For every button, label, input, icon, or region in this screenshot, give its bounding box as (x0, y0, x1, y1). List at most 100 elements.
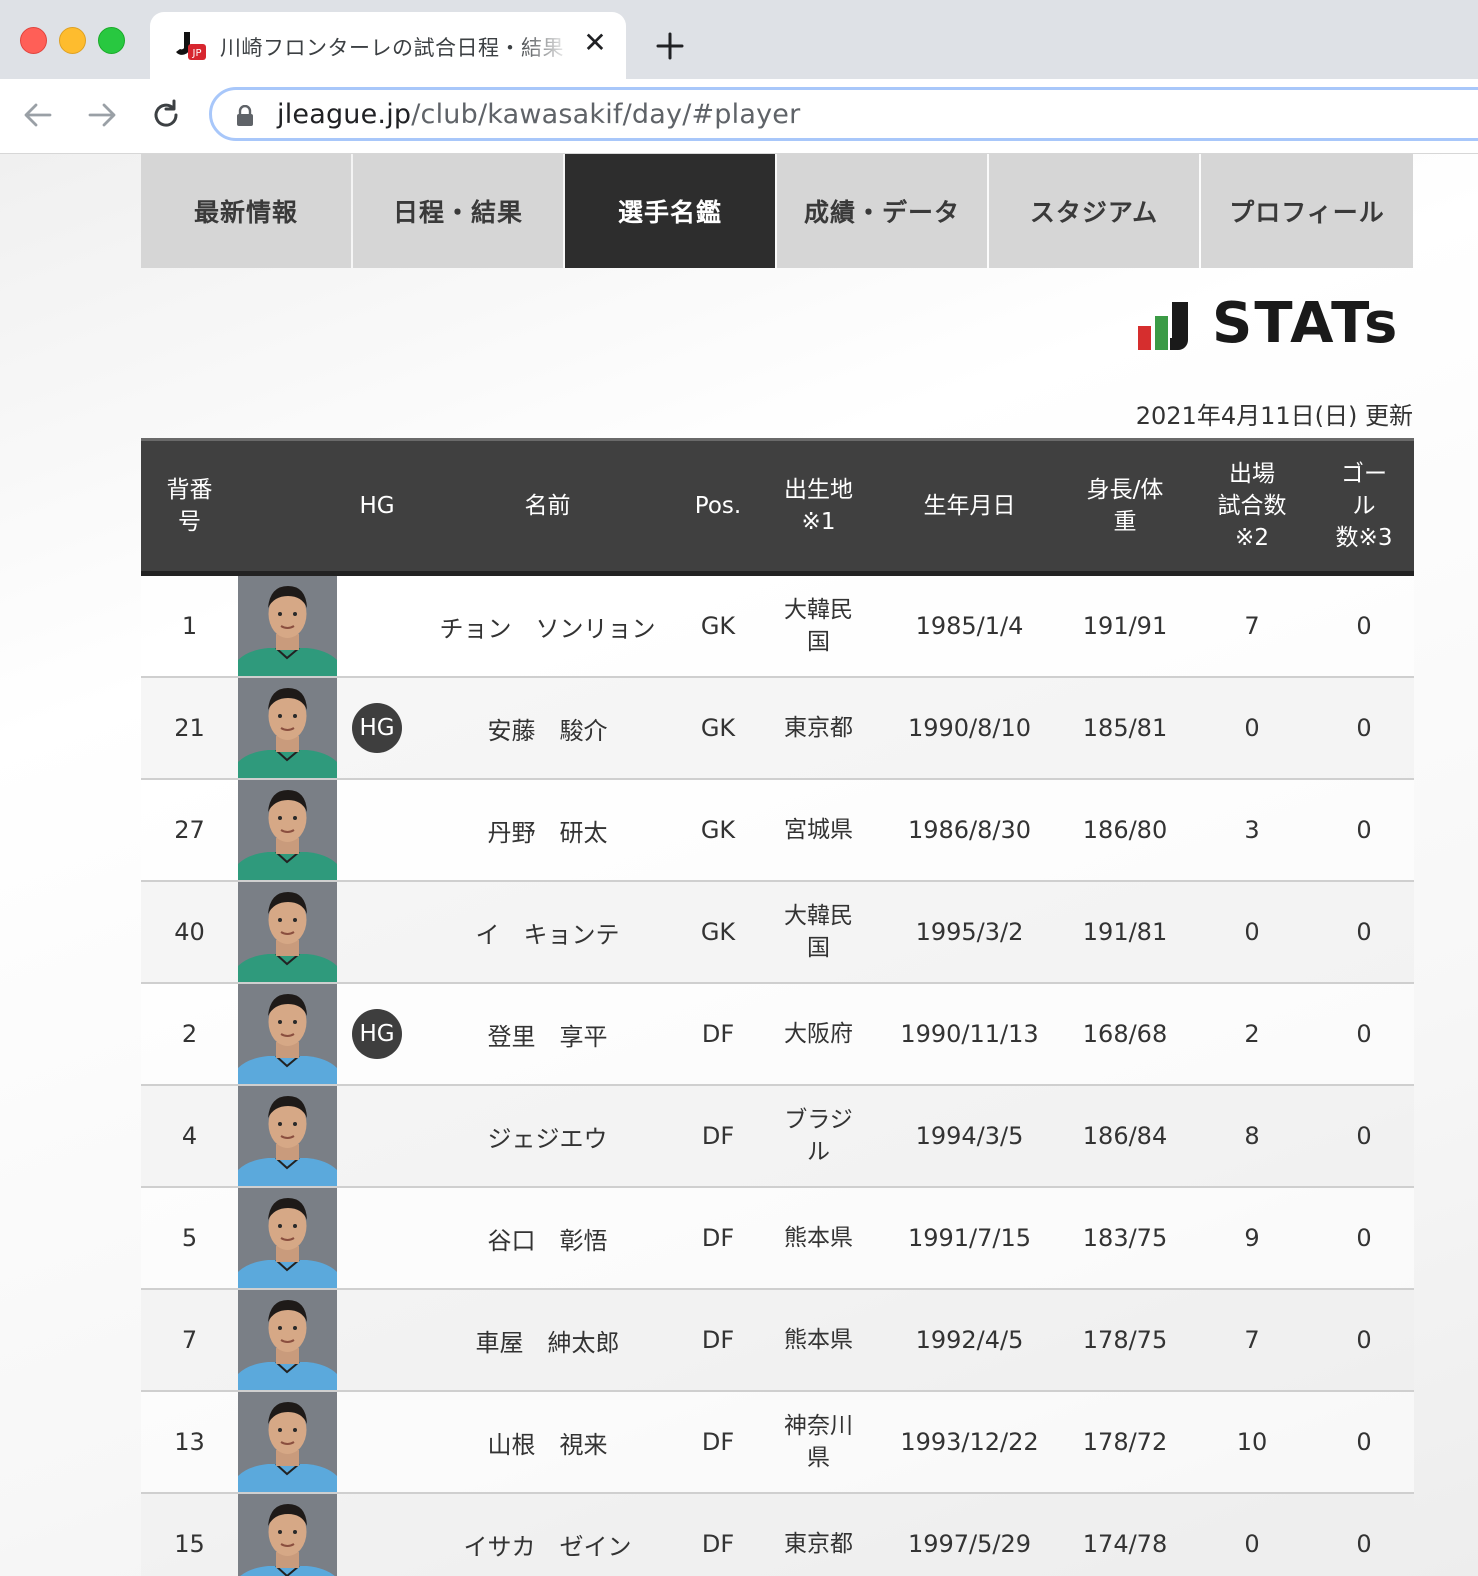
url-text[interactable]: jleague.jp/club/kawasakif/day/#player (277, 99, 800, 130)
player-name-link[interactable]: イサカ ゼイン (417, 1493, 678, 1576)
url-path: /club/kawasakif/day/#player (411, 99, 801, 130)
player-position: GK (678, 573, 758, 678)
player-position: DF (678, 1391, 758, 1494)
player-birthplace: 神奈川県 (758, 1391, 879, 1494)
player-position: GK (678, 779, 758, 882)
close-window-button[interactable] (20, 27, 47, 54)
player-photo-cell (238, 1289, 337, 1392)
back-arrow-icon[interactable] (20, 97, 56, 133)
player-hg-cell: HG (337, 677, 417, 780)
table-row: 27 丹野 研太 GK 宮城県 1986/8/30 186/80 3 0 (141, 779, 1414, 882)
player-position: DF (678, 1289, 758, 1392)
jstats-logo: STATs (1136, 292, 1416, 356)
player-birthplace: 東京都 (758, 1493, 879, 1576)
player-height-weight: 185/81 (1060, 677, 1190, 780)
url-host: jleague.jp (277, 99, 412, 130)
player-photo[interactable] (238, 1086, 337, 1186)
table-row: 15 イサカ ゼイン DF 東京都 1997/5/29 174/78 0 0 (141, 1493, 1414, 1576)
nav-stats-data[interactable]: 成績・データ (777, 154, 987, 268)
player-name-link[interactable]: ジェジエウ (417, 1085, 678, 1188)
player-number: 13 (141, 1391, 238, 1494)
player-photo-cell (238, 1187, 337, 1290)
forward-arrow-icon[interactable] (84, 97, 120, 133)
header-position[interactable]: Pos. (678, 439, 758, 574)
table-row: 7 車屋 紳太郎 DF 熊本県 1992/4/5 178/75 7 0 (141, 1289, 1414, 1392)
header-height-weight[interactable]: 身長/体重 (1060, 439, 1190, 574)
player-name-link[interactable]: イ キョンテ (417, 881, 678, 984)
minimize-window-button[interactable] (59, 27, 86, 54)
player-hg-cell (337, 1289, 417, 1392)
player-photo[interactable] (238, 984, 337, 1084)
address-bar[interactable]: jleague.jp/club/kawasakif/day/#player (209, 87, 1478, 141)
tab-close-icon[interactable]: ✕ (580, 28, 610, 58)
player-position: GK (678, 881, 758, 984)
stats-logo-text: STATs (1212, 291, 1400, 356)
player-goals: 0 (1314, 1187, 1414, 1290)
page-content: 最新情報 日程・結果 選手名鑑 成績・データ スタジアム プロフィール STAT… (0, 154, 1478, 1576)
header-hg[interactable]: HG (337, 439, 417, 574)
player-goals: 0 (1314, 573, 1414, 678)
player-name-link[interactable]: 谷口 彰悟 (417, 1187, 678, 1290)
maximize-window-button[interactable] (98, 27, 125, 54)
updated-date: 2021年4月11日(日) 更新 (1135, 402, 1413, 430)
header-birthdate[interactable]: 生年月日 (879, 439, 1060, 574)
player-height-weight: 191/81 (1060, 881, 1190, 984)
player-position: DF (678, 1187, 758, 1290)
player-birthdate: 1990/8/10 (879, 677, 1060, 780)
hg-badge: HG (352, 703, 402, 753)
player-birthplace: 大韓民国 (758, 573, 879, 678)
player-hg-cell (337, 573, 417, 678)
player-photo[interactable] (238, 1188, 337, 1288)
nav-player-directory[interactable]: 選手名鑑 (565, 154, 775, 268)
player-name-link[interactable]: 車屋 紳太郎 (417, 1289, 678, 1392)
nav-stadium[interactable]: スタジアム (989, 154, 1199, 268)
player-number: 27 (141, 779, 238, 882)
new-tab-plus-icon[interactable] (652, 28, 688, 64)
player-name-link[interactable]: 安藤 駿介 (417, 677, 678, 780)
nav-profile[interactable]: プロフィール (1201, 154, 1413, 268)
header-goals[interactable]: ゴール数※3 (1314, 439, 1414, 574)
player-photo[interactable] (238, 1392, 337, 1492)
player-photo[interactable] (238, 780, 337, 880)
player-height-weight: 174/78 (1060, 1493, 1190, 1576)
player-height-weight: 186/80 (1060, 779, 1190, 882)
player-name-link[interactable]: 山根 視来 (417, 1391, 678, 1494)
player-goals: 0 (1314, 677, 1414, 780)
header-appearances[interactable]: 出場 試合数 ※2 (1190, 439, 1314, 574)
player-birthdate: 1986/8/30 (879, 779, 1060, 882)
player-appearances: 0 (1190, 1493, 1314, 1576)
player-name-link[interactable]: 丹野 研太 (417, 779, 678, 882)
player-photo[interactable] (238, 678, 337, 778)
lock-icon[interactable] (236, 105, 254, 127)
player-photo-cell (238, 881, 337, 984)
player-photo[interactable] (238, 1290, 337, 1390)
player-goals: 0 (1314, 1493, 1414, 1576)
table-row: 40 イ キョンテ GK 大韓民国 1995/3/2 191/81 0 0 (141, 881, 1414, 984)
player-appearances: 7 (1190, 1289, 1314, 1392)
table-row: 5 谷口 彰悟 DF 熊本県 1991/7/15 183/75 9 0 (141, 1187, 1414, 1290)
browser-tab-active[interactable]: JP 川崎フロンターレの試合日程・結果 ✕ (150, 12, 626, 79)
player-photo[interactable] (238, 1494, 337, 1576)
player-goals: 0 (1314, 1085, 1414, 1188)
header-birthplace[interactable]: 出生地 ※1 (758, 439, 879, 574)
player-height-weight: 178/72 (1060, 1391, 1190, 1494)
player-appearances: 7 (1190, 573, 1314, 678)
player-birthdate: 1990/11/13 (879, 983, 1060, 1086)
reload-icon[interactable] (148, 97, 184, 133)
player-birthplace: 熊本県 (758, 1289, 879, 1392)
nav-schedule-results[interactable]: 日程・結果 (353, 154, 563, 268)
player-name-link[interactable]: チョン ソンリョン (417, 573, 678, 678)
player-position: GK (678, 677, 758, 780)
nav-latest-info[interactable]: 最新情報 (141, 154, 351, 268)
table-row: 2 HG 登里 享平 DF 大阪府 1990/11/13 168/68 2 0 (141, 983, 1414, 1086)
player-birthplace: ブラジル (758, 1085, 879, 1188)
player-photo[interactable] (238, 576, 337, 676)
header-number[interactable]: 背番号 (141, 439, 238, 574)
player-height-weight: 183/75 (1060, 1187, 1190, 1290)
player-birthdate: 1992/4/5 (879, 1289, 1060, 1392)
table-header-row: 背番号 HG 名前 Pos. 出生地 ※1 生年月日 身長/体重 出場 試合数 ※2 … (141, 439, 1414, 574)
header-name[interactable]: 名前 (417, 439, 678, 574)
player-photo[interactable] (238, 882, 337, 982)
player-name-link[interactable]: 登里 享平 (417, 983, 678, 1086)
player-hg-cell (337, 1493, 417, 1576)
